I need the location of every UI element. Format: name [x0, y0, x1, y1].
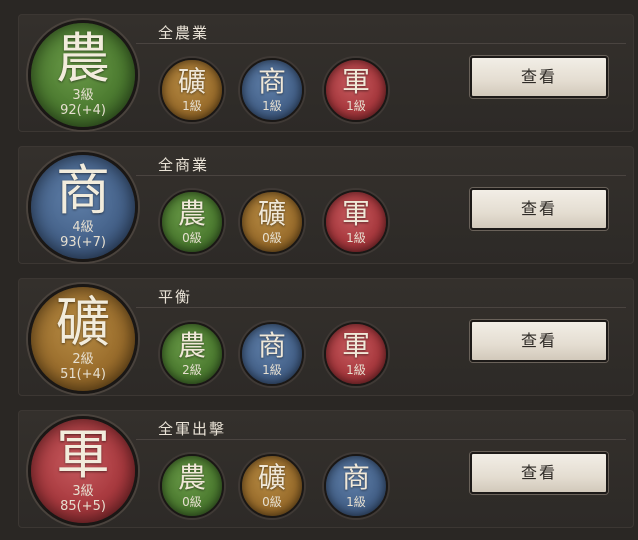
agriculture-icon: 農 [177, 329, 206, 362]
mining-icon: 礦 [56, 291, 110, 354]
sub-resource-badge-military: 軍 1級 [324, 58, 388, 122]
main-resource-badge: 商 4級 93(+7) [28, 152, 138, 262]
sub-resource-badge-agriculture: 農 2級 [160, 322, 224, 386]
main-level: 4級 [72, 220, 94, 235]
sub-resource-badge-agriculture: 農 0級 [160, 454, 224, 518]
sub-level: 0級 [262, 495, 282, 509]
view-button[interactable]: 查看 [470, 320, 608, 362]
sub-resource-badge-mining: 礦 0級 [240, 190, 304, 254]
divider [136, 43, 626, 44]
strategy-card-all-agriculture: 全農業 農 3級 92(+4) 礦 1級 商 1級 軍 1級 查看 [18, 14, 634, 132]
sub-resource-badge-mining: 礦 0級 [240, 454, 304, 518]
sub-level: 1級 [346, 495, 366, 509]
sub-resource-badge-agriculture: 農 0級 [160, 190, 224, 254]
strategy-list: 全農業 農 3級 92(+4) 礦 1級 商 1級 軍 1級 查看 全商業 商 … [0, 0, 638, 540]
sub-level: 1級 [346, 363, 366, 377]
sub-resource-badge-military: 軍 1級 [324, 190, 388, 254]
divider [136, 307, 626, 308]
main-level: 2級 [72, 352, 94, 367]
sub-level: 0級 [182, 231, 202, 245]
sub-level: 1級 [346, 99, 366, 113]
sub-level: 2級 [182, 363, 202, 377]
main-resource-badge: 農 3級 92(+4) [28, 20, 138, 130]
commerce-icon: 商 [257, 329, 286, 362]
military-icon: 軍 [341, 197, 370, 230]
sub-level: 1級 [262, 363, 282, 377]
view-button[interactable]: 查看 [470, 188, 608, 230]
military-icon: 軍 [56, 423, 110, 486]
mining-icon: 礦 [257, 461, 286, 494]
strategy-card-all-commerce: 全商業 商 4級 93(+7) 農 0級 礦 0級 軍 1級 查看 [18, 146, 634, 264]
sub-level: 0級 [182, 495, 202, 509]
agriculture-icon: 農 [177, 461, 206, 494]
sub-resource-badge-commerce: 商 1級 [240, 322, 304, 386]
view-button[interactable]: 查看 [470, 452, 608, 494]
card-title: 全商業 [158, 156, 210, 174]
main-score: 85(+5) [60, 499, 106, 514]
commerce-icon: 商 [341, 461, 370, 494]
divider [136, 439, 626, 440]
sub-level: 1級 [262, 99, 282, 113]
main-score: 92(+4) [60, 103, 106, 118]
mining-icon: 礦 [177, 65, 206, 98]
sub-resource-badge-military: 軍 1級 [324, 322, 388, 386]
strategy-card-all-military: 全軍出擊 軍 3級 85(+5) 農 0級 礦 0級 商 1級 查看 [18, 410, 634, 528]
sub-resource-badge-mining: 礦 1級 [160, 58, 224, 122]
card-title: 全軍出擊 [158, 420, 227, 438]
sub-level: 1級 [182, 99, 202, 113]
commerce-icon: 商 [257, 65, 286, 98]
card-title: 全農業 [158, 24, 210, 42]
agriculture-icon: 農 [177, 197, 206, 230]
sub-level: 0級 [262, 231, 282, 245]
military-icon: 軍 [341, 65, 370, 98]
sub-resource-badge-commerce: 商 1級 [324, 454, 388, 518]
commerce-icon: 商 [56, 159, 110, 222]
military-icon: 軍 [341, 329, 370, 362]
sub-resource-badge-commerce: 商 1級 [240, 58, 304, 122]
main-level: 3級 [72, 88, 94, 103]
main-resource-badge: 軍 3級 85(+5) [28, 416, 138, 526]
main-resource-badge: 礦 2級 51(+4) [28, 284, 138, 394]
divider [136, 175, 626, 176]
mining-icon: 礦 [257, 197, 286, 230]
card-title: 平衡 [158, 288, 193, 306]
main-level: 3級 [72, 484, 94, 499]
agriculture-icon: 農 [56, 27, 110, 90]
strategy-card-balanced: 平衡 礦 2級 51(+4) 農 2級 商 1級 軍 1級 查看 [18, 278, 634, 396]
view-button[interactable]: 查看 [470, 56, 608, 98]
sub-level: 1級 [346, 231, 366, 245]
main-score: 51(+4) [60, 367, 106, 382]
main-score: 93(+7) [60, 235, 106, 250]
